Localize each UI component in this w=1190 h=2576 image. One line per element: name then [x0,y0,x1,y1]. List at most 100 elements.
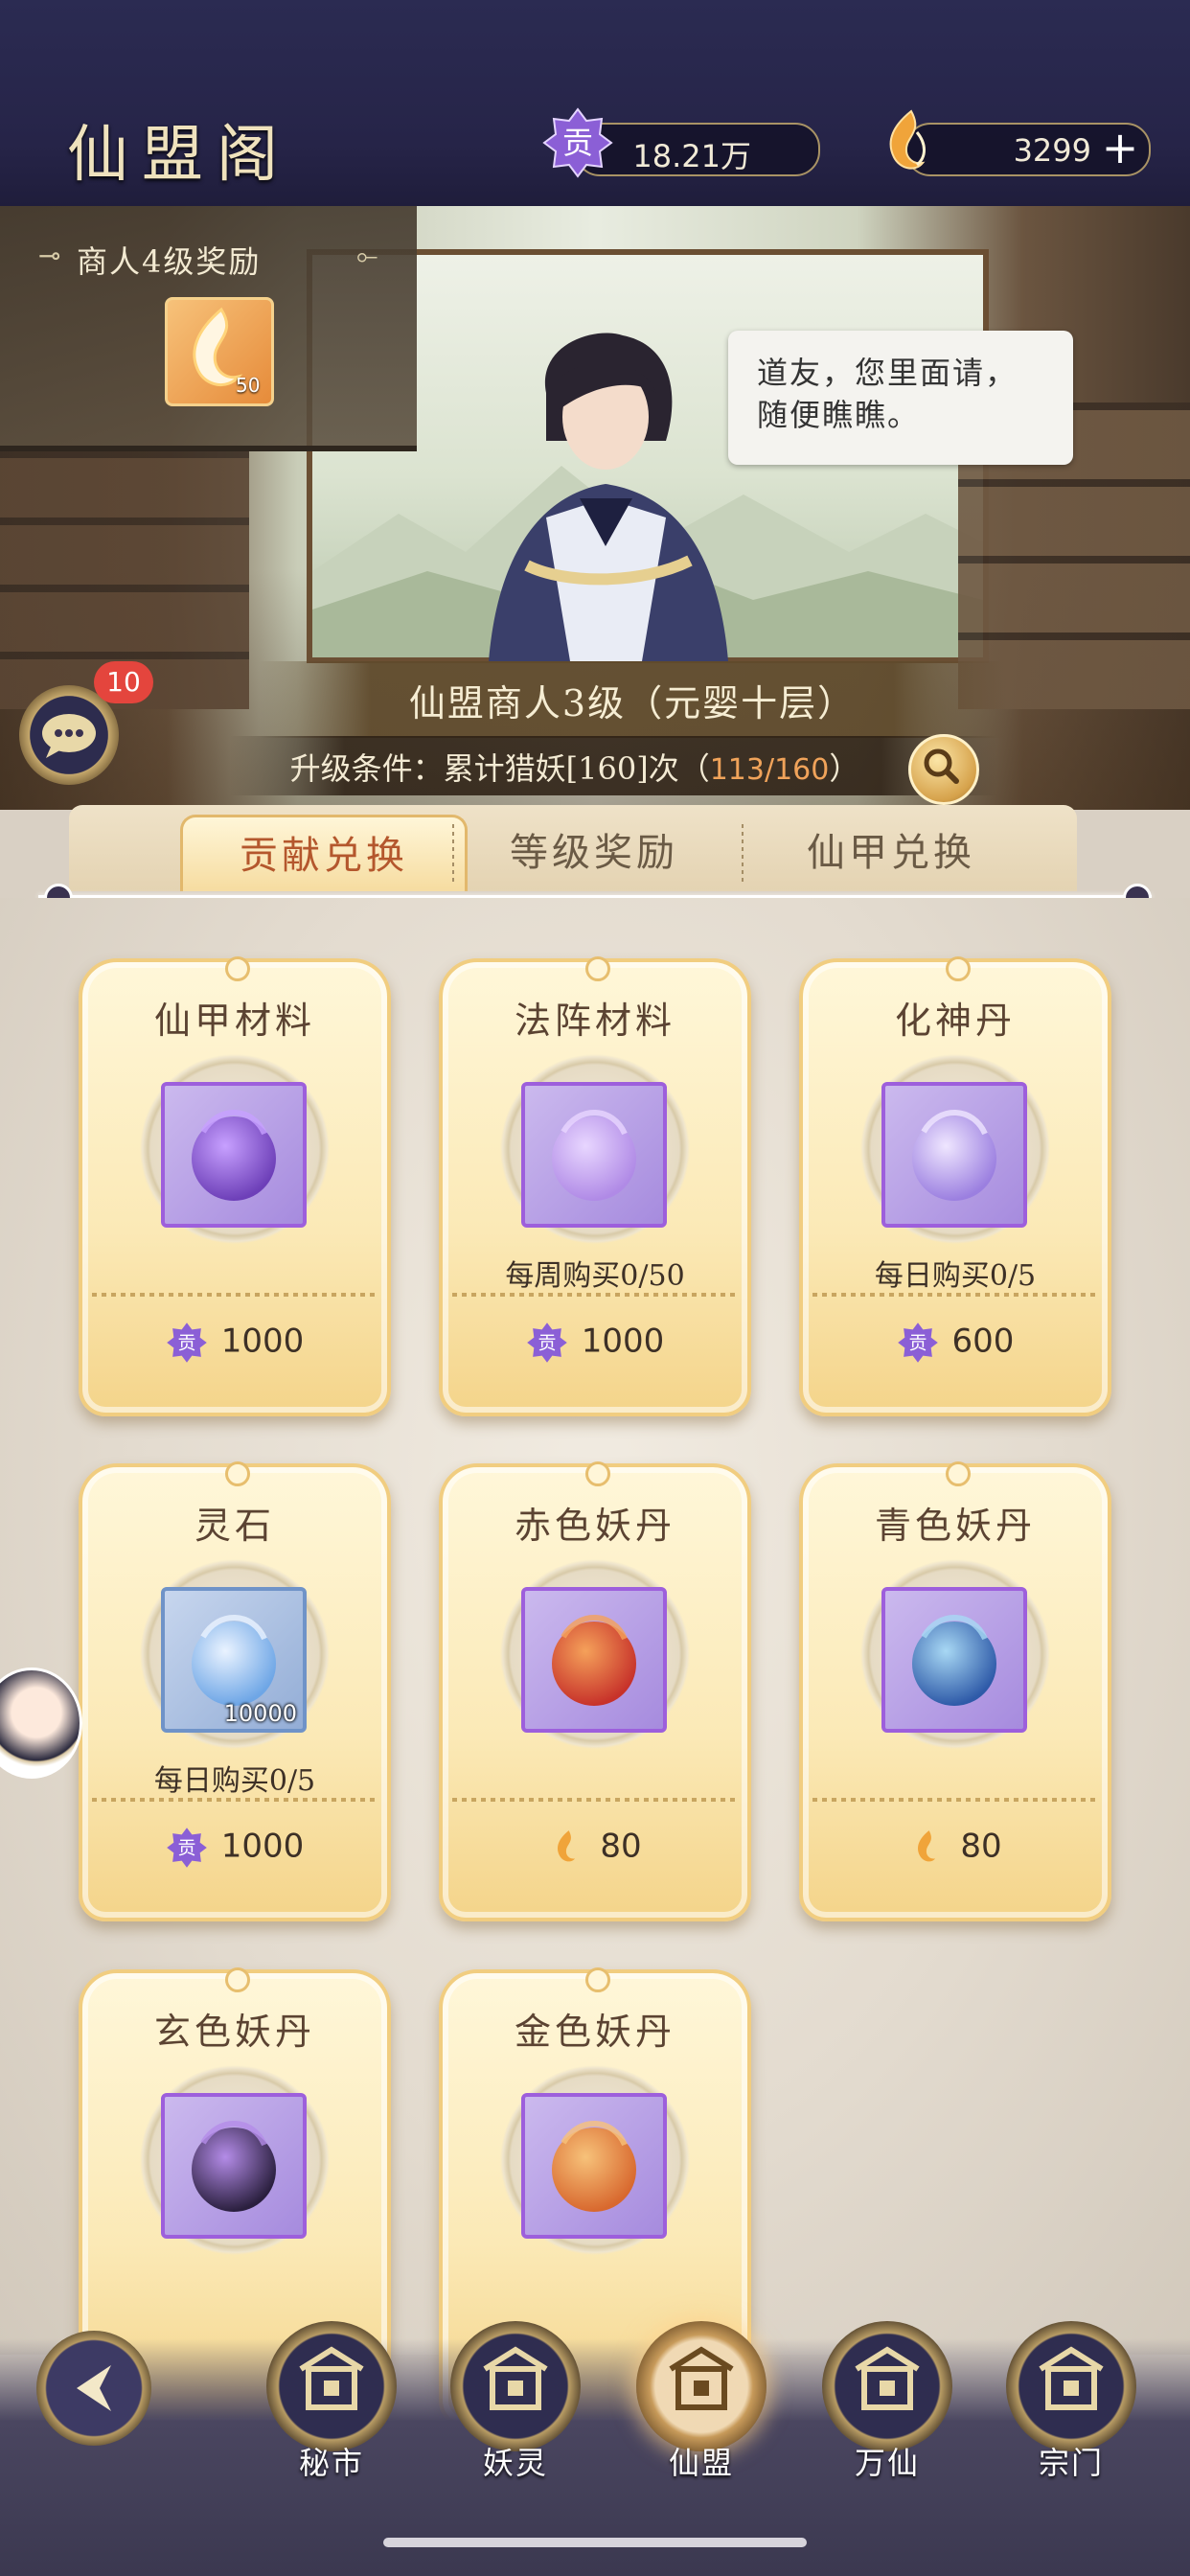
alliance-gate-icon [669,2346,734,2410]
item-name: 金色妖丹 [514,2011,675,2053]
add-currency-button[interactable]: + [1099,126,1141,170]
shop-item-card[interactable]: 灵石 10000 每日购买0/5 贡 1000 [79,1461,391,1921]
level-reward-title: 商人4级奖励 [77,243,262,280]
speech-line-2: 随便瞧瞧。 [757,397,921,433]
item-icon-frame [521,1587,667,1733]
price-value: 1000 [581,1322,665,1361]
nav-button-3[interactable] [822,2321,952,2451]
upgrade-condition-suffix: ） [829,750,860,787]
item-icon-frame [881,1587,1027,1733]
flame-coin-currency: 3299 + [889,109,1151,176]
purchase-limit: 每周购买0/50 [505,1259,685,1293]
card-dotted-divider [812,1798,1098,1802]
svg-text:贡: 贡 [538,1333,556,1354]
tab-level-rewards[interactable]: 等级奖励 [450,815,738,891]
contribution-icon: 贡 [166,1322,207,1363]
purchase-limit: 每日购买0/5 [153,1764,316,1798]
contribution-value: 18.21万 [632,138,751,174]
card-dotted-divider [452,1293,738,1297]
item-price: 贡 1000 [82,1322,387,1364]
item-name: 化神丹 [894,1000,1016,1042]
nav-button-1[interactable] [450,2321,581,2451]
nav-label-3: 万仙 [854,2445,920,2481]
contribution-currency: 贡 18.21万 [542,107,820,178]
card-top-ornament [946,1461,971,1486]
svg-text:贡: 贡 [908,1333,927,1354]
sect-icon [1039,2346,1104,2410]
item-name: 玄色妖丹 [153,2011,315,2053]
item-name: 仙甲材料 [153,1000,315,1042]
card-dotted-divider [92,1798,378,1802]
nav-label-0: 秘市 [298,2445,364,2481]
svg-text:贡: 贡 [177,1838,195,1859]
purchase-limit: 每日购买0/5 [874,1259,1037,1293]
price-value: 600 [951,1322,1015,1361]
flame-coin-value: 3299 [1013,132,1091,169]
search-icon [924,748,959,784]
contribution-icon: 贡 [526,1322,567,1363]
card-top-ornament [225,956,250,981]
card-top-ornament [946,956,971,981]
ornament-right-icon: ⟜ [356,240,378,271]
item-price: 80 [443,1827,747,1869]
card-top-ornament [585,1461,610,1486]
search-button[interactable] [908,734,979,805]
chat-unread-badge: 10 [94,661,153,703]
nav-label-4: 宗门 [1038,2445,1104,2481]
crossed-swords-icon [855,2346,920,2410]
flame-coin-icon [918,1830,936,1862]
red-orb-icon [552,1615,636,1706]
nav-button-0[interactable] [266,2321,397,2451]
back-arrow-icon [77,2365,111,2411]
reward-item-count: 50 [236,374,261,397]
shop-item-card[interactable]: 法阵材料每周购买0/50 贡 1000 [439,956,751,1416]
speech-line-1: 道友，您里面请， [757,355,1018,391]
item-icon-frame: 10000 [161,1587,307,1733]
card-top-ornament [225,1461,250,1486]
item-quantity: 10000 [223,1700,297,1727]
shop-item-card[interactable]: 赤色妖丹 80 [439,1461,751,1921]
merchant-level-name: 仙盟商人3级（元婴十层） [408,682,857,724]
item-name: 灵石 [194,1505,275,1547]
item-name: 赤色妖丹 [514,1505,675,1547]
page-title: 仙盟阁 [67,120,291,191]
card-dotted-divider [812,1293,1098,1297]
tab-armor-exchange[interactable]: 仙甲兑换 [747,815,1035,891]
nav-label-2: 仙盟 [668,2445,734,2481]
market-gate-icon [299,2346,364,2410]
contribution-icon: 贡 [166,1828,207,1868]
shop-item-card[interactable]: 仙甲材料贡 1000 [79,956,391,1416]
shop-item-card[interactable]: 青色妖丹 80 [799,1461,1111,1921]
item-price: 80 [803,1827,1108,1869]
tab-contribution-exchange[interactable]: 贡献兑换 [180,815,468,891]
upgrade-condition-label: 升级条件：累计猎妖[160]次（ [289,750,710,787]
dark-orb-icon [192,2121,276,2212]
item-icon-frame [161,1082,307,1228]
shop-item-card[interactable]: 化神丹每日购买0/5 贡 600 [799,956,1111,1416]
price-value: 80 [600,1827,642,1866]
item-icon-frame [521,2093,667,2239]
lavender-pouch-icon [552,1110,636,1201]
item-price: 贡 1000 [82,1827,387,1869]
nav-button-4[interactable] [1006,2321,1136,2451]
upgrade-progress: 113/160 [709,753,830,787]
item-price: 贡 1000 [443,1322,747,1364]
item-icon-frame [881,1082,1027,1228]
price-value: 1000 [220,1827,305,1866]
purple-pouch-icon [192,1110,276,1201]
card-dotted-divider [452,1798,738,1802]
flame-coin-icon [558,1830,576,1862]
contribution-icon: 贡 [897,1322,938,1363]
tab-separator [742,824,744,882]
nav-button-2[interactable] [636,2321,767,2451]
merchant-speech-bubble: 道友，您里面请， 随便瞧瞧。 [728,331,1073,465]
blue-orb-icon [912,1615,996,1706]
orange-orb-icon [552,2121,636,2212]
upgrade-condition: 升级条件：累计猎妖[160]次（113/160） [230,745,920,789]
ornament-left-icon: ⊸ [38,240,61,271]
price-value: 80 [960,1827,1002,1866]
card-top-ornament [585,956,610,981]
item-name: 法阵材料 [514,1000,675,1042]
card-dotted-divider [92,1293,378,1297]
back-button[interactable] [36,2331,151,2446]
